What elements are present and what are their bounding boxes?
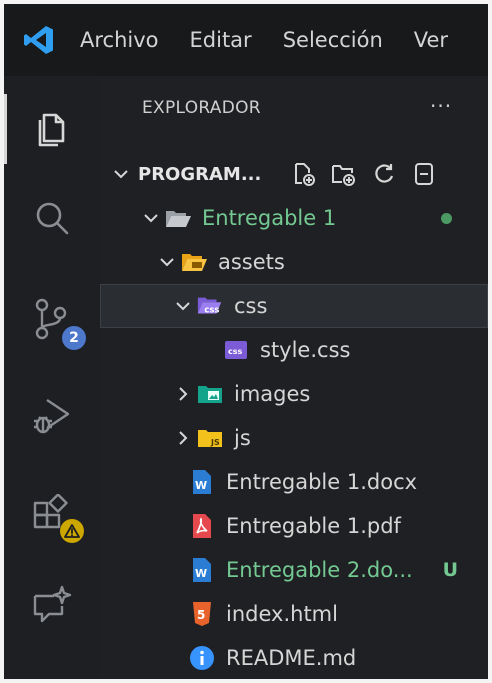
workspace-name: PROGRAM... [138,163,262,185]
tree-item-label: Entregable 1.pdf [226,514,401,538]
explorer-toolbar [290,160,438,188]
new-file-icon [295,163,315,186]
run-debug-icon [34,399,70,434]
activity-search[interactable] [4,184,100,254]
tree-item-entregable-1[interactable]: Entregable 1 [100,196,488,240]
tree-item-label: Entregable 2.do... [226,558,413,582]
extensions-warning-badge [60,519,84,543]
tree-item-index-html[interactable]: 5 index.html [100,592,488,636]
git-modified-dot [441,212,452,224]
workspace-section-header[interactable]: PROGRAM... [100,152,488,196]
svg-text:css: css [228,347,243,356]
menu-ver[interactable]: Ver [414,28,448,52]
tree-item-label: Entregable 1.docx [226,470,418,494]
pdf-file-icon [188,512,216,540]
tree-item-readme-md[interactable]: README.md [100,636,488,679]
vscode-logo-icon[interactable] [20,21,58,59]
tree-item-label: README.md [226,646,357,670]
tree-item-label: style.css [260,338,351,362]
menu-editar[interactable]: Editar [190,28,252,52]
explorer-icon [38,113,65,147]
tree-item-entregable-2-docx[interactable]: W Entregable 2.do... U [100,548,488,592]
explorer-sidebar: EXPLORADOR ··· PROGRAM... Entregable 1 a… [100,76,488,679]
refresh-icon [375,164,394,183]
html-file-icon: 5 [188,600,216,628]
menu-seleccion[interactable]: Selección [283,28,383,52]
refresh-button[interactable] [370,160,398,188]
word-file-icon: W [188,556,216,584]
activity-explorer[interactable] [4,94,100,164]
search-icon [36,202,69,235]
new-file-button[interactable] [290,160,318,188]
source-control-badge: 2 [62,326,86,350]
collapse-all-button[interactable] [410,160,438,188]
svg-text:5: 5 [197,608,205,622]
tree-item-entregable-1-pdf[interactable]: Entregable 1.pdf [100,504,488,548]
vscode-window: Archivo Editar Selección Ver 2 EXPLORADO… [4,4,488,679]
activity-source-control[interactable]: 2 [4,284,100,354]
tree-item-label: index.html [226,602,338,626]
folder-images-icon [196,380,224,408]
chat-icon [33,585,72,623]
css-file-icon: css [222,336,250,364]
activity-run-debug[interactable] [4,381,100,451]
tree-item-entregable-1-docx[interactable]: W Entregable 1.docx [100,460,488,504]
collapse-all-icon [415,163,433,185]
activity-chat[interactable] [4,571,100,641]
chevron-down-icon [170,297,196,315]
tree-item-label: js [234,426,251,450]
tree-item-label: css [234,294,268,318]
folder-css-icon: css [196,292,224,320]
chevron-right-icon [170,385,196,403]
svg-text:css: css [204,305,219,315]
warning-icon [64,524,80,538]
explorer-title: EXPLORADOR [142,98,261,118]
new-folder-icon [332,165,355,186]
svg-text:W: W [195,567,207,580]
tree-item-label: Entregable 1 [202,206,337,230]
folder-assets-icon [180,248,208,276]
tree-item-assets[interactable]: assets [100,240,488,284]
tree-item-label: assets [218,250,285,274]
menu-bar: Archivo Editar Selección Ver [4,4,488,76]
activity-extensions[interactable] [4,481,100,551]
tree-item-images[interactable]: images [100,372,488,416]
more-actions-button[interactable]: ··· [430,94,452,118]
tree-item-css[interactable]: css css [100,284,488,328]
svg-text:JS: JS [210,438,220,447]
git-untracked-badge: U [442,559,458,581]
menu-archivo[interactable]: Archivo [80,28,159,52]
tree-item-style-css[interactable]: css style.css [100,328,488,372]
tree-item-js[interactable]: JS js [100,416,488,460]
info-file-icon [188,644,216,672]
chevron-down-icon [154,253,180,271]
chevron-down-icon [138,209,164,227]
activity-bar: 2 [4,76,100,679]
folder-open-icon [164,204,192,232]
folder-js-icon: JS [196,424,224,452]
svg-text:W: W [195,479,207,492]
new-folder-button[interactable] [330,160,358,188]
chevron-down-icon [112,165,138,183]
tree-item-label: images [234,382,311,406]
word-file-icon: W [188,468,216,496]
chevron-right-icon [170,429,196,447]
